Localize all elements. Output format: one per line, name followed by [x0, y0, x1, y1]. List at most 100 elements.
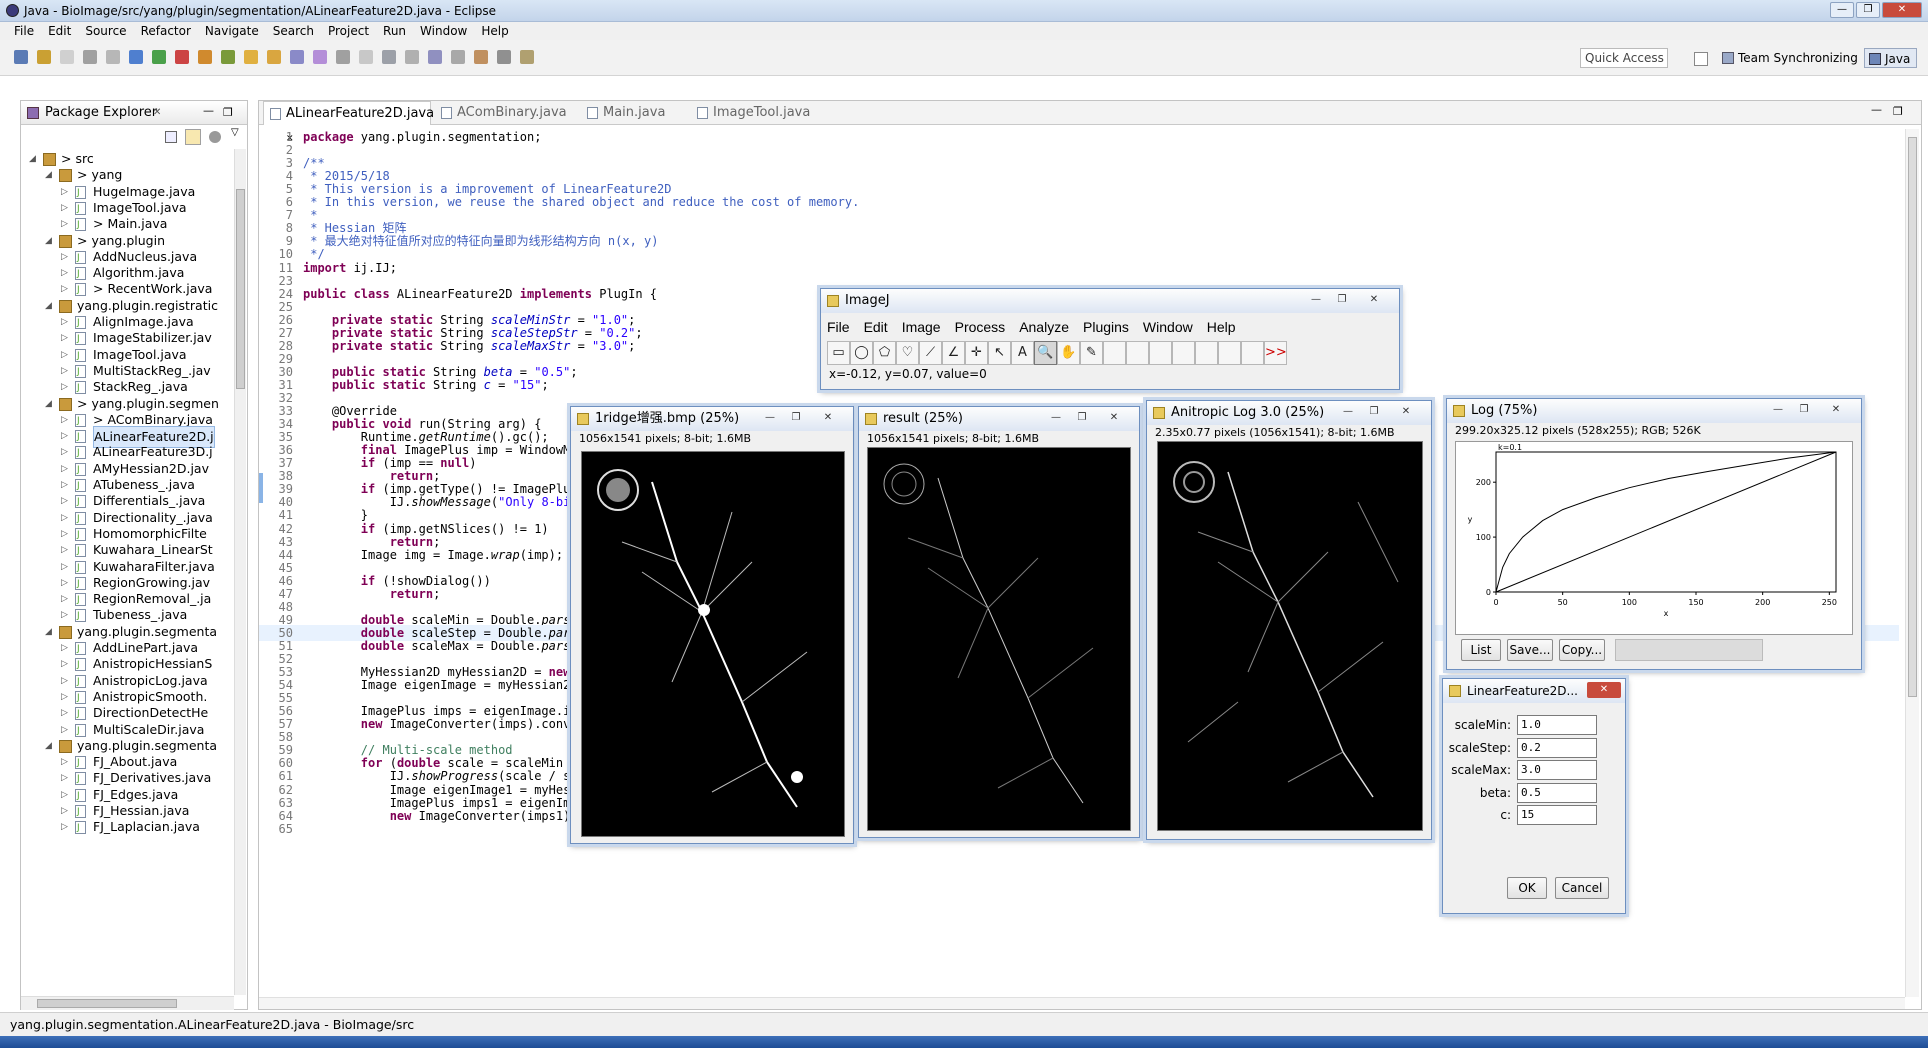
toolbar-icon[interactable]: [313, 50, 327, 64]
log-title-bar[interactable]: Log (75%) — ❐ ✕: [1447, 399, 1861, 423]
imagej-tool-icon[interactable]: ∠: [942, 341, 965, 365]
collapse-arrow-icon[interactable]: ▷: [61, 817, 69, 837]
toolbar-icon[interactable]: [221, 50, 235, 64]
imagej-tool-icon[interactable]: ✎: [1080, 341, 1103, 365]
maximize-icon[interactable]: ❐: [223, 101, 233, 125]
plot-area[interactable]: 0 50 100 150 200 250 0 100 200 x y k=0.1: [1455, 441, 1853, 635]
maximize-icon[interactable]: ❐: [1856, 2, 1880, 18]
imagej-tool-icon[interactable]: >>: [1264, 341, 1287, 365]
save-button[interactable]: Save...: [1507, 639, 1553, 661]
editor-tab[interactable]: ImageTool.java: [691, 101, 831, 125]
minimize-icon[interactable]: —: [1871, 103, 1882, 116]
maximize-icon[interactable]: ❐: [1071, 410, 1093, 426]
imagej-tool-icon[interactable]: [1241, 341, 1264, 365]
minimize-icon[interactable]: —: [1830, 2, 1854, 18]
imagej-tool-icon[interactable]: ▭: [827, 341, 850, 365]
vertical-scrollbar[interactable]: [1905, 129, 1919, 997]
close-icon[interactable]: ✕: [1097, 410, 1131, 426]
link-with-editor-icon[interactable]: [185, 129, 201, 145]
toolbar-icon[interactable]: [474, 50, 488, 64]
imagej-tool-icon[interactable]: ♡: [896, 341, 919, 365]
menu-item-window[interactable]: Window: [420, 22, 467, 40]
dialog-field-input[interactable]: 0.2: [1517, 737, 1597, 758]
imagej-menu-window[interactable]: Window: [1143, 317, 1193, 337]
expand-arrow-icon[interactable]: ◢: [45, 296, 53, 316]
expand-arrow-icon[interactable]: ◢: [45, 231, 53, 251]
imagej-tool-icon[interactable]: [1126, 341, 1149, 365]
horizontal-scrollbar[interactable]: [21, 996, 234, 1010]
imagej-tool-icon[interactable]: [1103, 341, 1126, 365]
menu-item-source[interactable]: Source: [85, 22, 126, 40]
image-title-bar[interactable]: 1ridge增强.bmp (25%) — ❐ ✕: [571, 407, 853, 431]
expand-arrow-icon[interactable]: ◢: [45, 736, 53, 756]
maximize-icon[interactable]: ❐: [1893, 105, 1903, 118]
image-title-bar[interactable]: result (25%) — ❐ ✕: [859, 407, 1139, 431]
toolbar-icon[interactable]: [83, 50, 97, 64]
close-icon[interactable]: ✕: [811, 410, 845, 426]
menu-item-help[interactable]: Help: [481, 22, 508, 40]
close-icon[interactable]: ✕: [1389, 404, 1423, 420]
close-icon[interactable]: ✕: [153, 101, 161, 125]
open-perspective-icon[interactable]: [1694, 52, 1708, 66]
vertical-scrollbar[interactable]: [234, 149, 246, 995]
toolbar-icon[interactable]: [267, 50, 281, 64]
menu-item-search[interactable]: Search: [273, 22, 314, 40]
imagej-tool-icon[interactable]: ↖: [988, 341, 1011, 365]
toolbar-icon[interactable]: [451, 50, 465, 64]
toolbar-icon[interactable]: [359, 50, 373, 64]
minimize-icon[interactable]: —: [759, 410, 781, 426]
maximize-icon[interactable]: ❐: [1793, 402, 1815, 418]
menu-item-run[interactable]: Run: [383, 22, 406, 40]
minimize-icon[interactable]: —: [1305, 292, 1327, 308]
image-canvas[interactable]: [581, 451, 845, 837]
toolbar-icon[interactable]: [244, 50, 258, 64]
close-icon[interactable]: ✕: [1882, 2, 1922, 18]
toolbar-icon[interactable]: [382, 50, 396, 64]
minimize-icon[interactable]: —: [1045, 410, 1067, 426]
view-menu-icon[interactable]: [209, 131, 221, 143]
expand-arrow-icon[interactable]: ◢: [45, 394, 53, 414]
collapse-arrow-icon[interactable]: ▷: [61, 605, 69, 625]
image-canvas[interactable]: [1157, 441, 1423, 831]
imagej-tool-icon[interactable]: 🔍: [1034, 341, 1057, 365]
collapse-arrow-icon[interactable]: ▷: [61, 720, 69, 740]
expand-arrow-icon[interactable]: ◢: [45, 165, 53, 185]
imagej-menu-edit[interactable]: Edit: [864, 317, 888, 337]
imagej-title-bar[interactable]: ImageJ — ❐ ✕: [821, 289, 1399, 313]
toolbar-icon[interactable]: [37, 50, 51, 64]
imagej-tool-icon[interactable]: ⟋: [919, 341, 942, 365]
imagej-menu-image[interactable]: Image: [902, 317, 941, 337]
menu-item-file[interactable]: File: [14, 22, 34, 40]
toolbar-icon[interactable]: [405, 50, 419, 64]
horizontal-scrollbar[interactable]: [259, 997, 1905, 1009]
imagej-tool-icon[interactable]: ✛: [965, 341, 988, 365]
image-canvas[interactable]: [867, 447, 1131, 831]
collapse-arrow-icon[interactable]: ▷: [61, 377, 69, 397]
toolbar-icon[interactable]: [428, 50, 442, 64]
minimize-icon[interactable]: —: [1767, 402, 1789, 418]
chevron-down-icon[interactable]: ▽: [231, 127, 239, 138]
editor-tab[interactable]: Main.java: [581, 101, 687, 125]
toolbar-icon[interactable]: [129, 50, 143, 64]
editor-tab[interactable]: ALinearFeature2D.java ✕: [263, 101, 434, 144]
maximize-icon[interactable]: ❐: [1331, 292, 1353, 308]
imagej-menu-analyze[interactable]: Analyze: [1019, 317, 1069, 337]
scroll-thumb[interactable]: [37, 999, 177, 1008]
scroll-thumb[interactable]: [1908, 137, 1917, 697]
imagej-tool-icon[interactable]: [1149, 341, 1172, 365]
close-icon[interactable]: ✕: [1819, 402, 1853, 418]
collapse-arrow-icon[interactable]: ▷: [61, 279, 69, 299]
perspective-team-sync[interactable]: Team Synchronizing: [1720, 48, 1858, 68]
dialog-field-input[interactable]: 0.5: [1517, 782, 1597, 803]
toolbar-icon[interactable]: [60, 50, 74, 64]
ok-button[interactable]: OK: [1507, 877, 1547, 899]
cancel-button[interactable]: Cancel: [1555, 877, 1609, 899]
menu-item-project[interactable]: Project: [328, 22, 369, 40]
toolbar-icon[interactable]: [198, 50, 212, 64]
imagej-menu-file[interactable]: File: [827, 317, 850, 337]
dialog-field-input[interactable]: 15: [1517, 805, 1597, 825]
imagej-menu-process[interactable]: Process: [955, 317, 1006, 337]
imagej-menu-help[interactable]: Help: [1207, 317, 1236, 337]
minimize-icon[interactable]: —: [203, 99, 214, 123]
list-button[interactable]: List: [1461, 639, 1501, 661]
